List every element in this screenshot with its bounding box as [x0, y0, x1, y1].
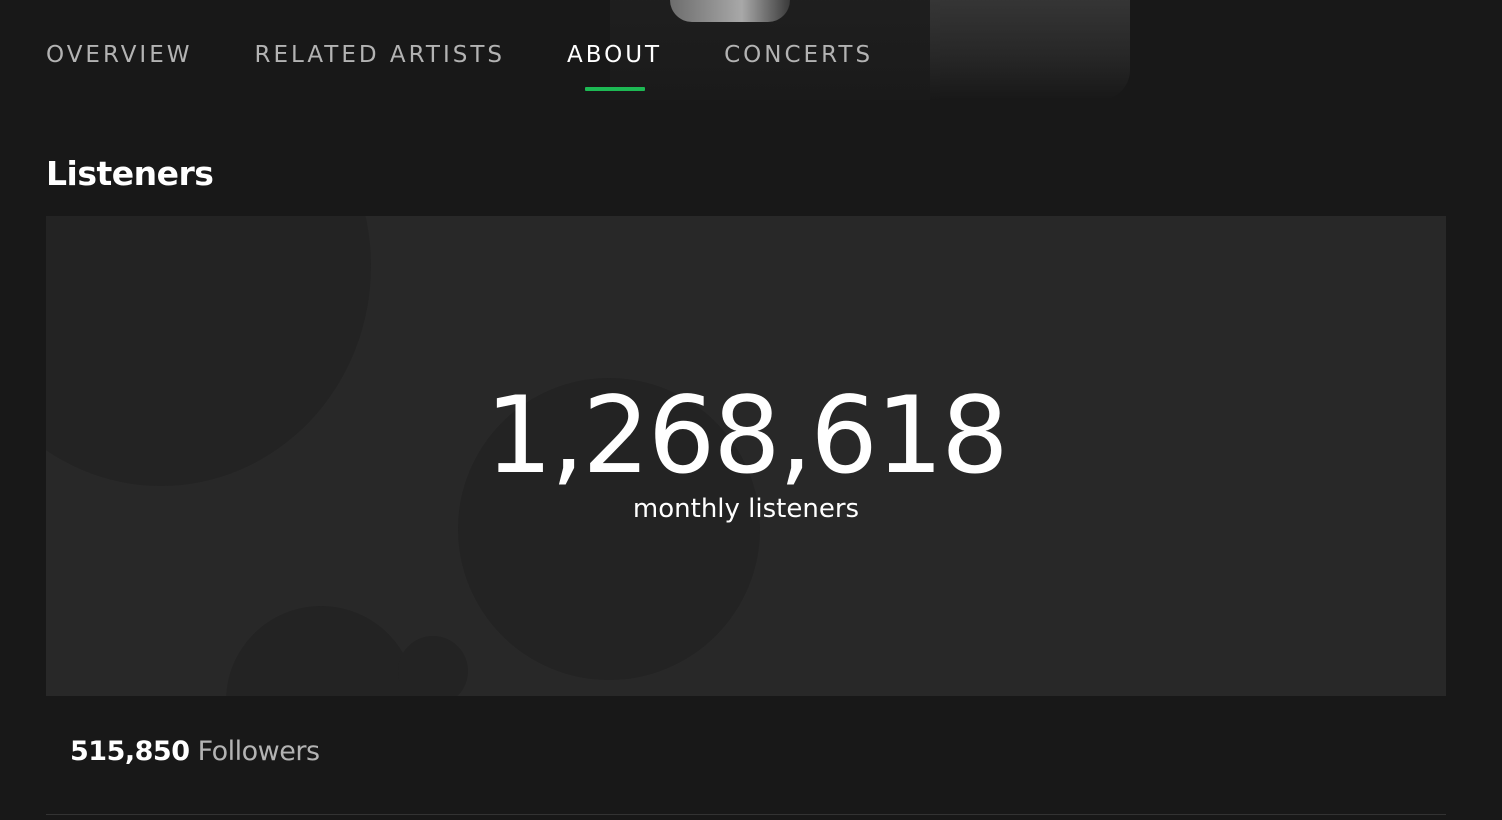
tab-related-artists-label: RELATED ARTISTS: [254, 42, 506, 68]
tab-related-artists[interactable]: RELATED ARTISTS: [254, 38, 505, 94]
tab-about[interactable]: ABOUT: [567, 38, 662, 94]
artist-tabs: OVERVIEW RELATED ARTISTS ABOUT CONCERTS: [46, 38, 935, 94]
header-image-highlight: [670, 0, 790, 22]
tab-about-label: ABOUT: [567, 42, 663, 68]
monthly-listeners-label: monthly listeners: [632, 494, 860, 524]
tab-concerts[interactable]: CONCERTS: [724, 38, 873, 94]
tab-overview-label: OVERVIEW: [46, 42, 193, 68]
followers-stat: 515,850 Followers: [70, 736, 320, 767]
followers-count: 515,850: [70, 736, 190, 767]
followers-label: Followers: [197, 736, 320, 767]
listeners-card: 1,268,618 monthly listeners: [46, 216, 1446, 696]
decorative-circle: [226, 606, 416, 696]
header-image-fade: [930, 0, 1130, 100]
tab-concerts-label: CONCERTS: [724, 42, 874, 68]
decorative-circle: [398, 636, 468, 696]
section-title: Listeners: [46, 154, 214, 193]
monthly-listeners-count: 1,268,618: [485, 374, 1008, 497]
active-tab-indicator: [584, 87, 645, 91]
divider: [46, 814, 1446, 815]
tab-overview[interactable]: OVERVIEW: [46, 38, 192, 94]
